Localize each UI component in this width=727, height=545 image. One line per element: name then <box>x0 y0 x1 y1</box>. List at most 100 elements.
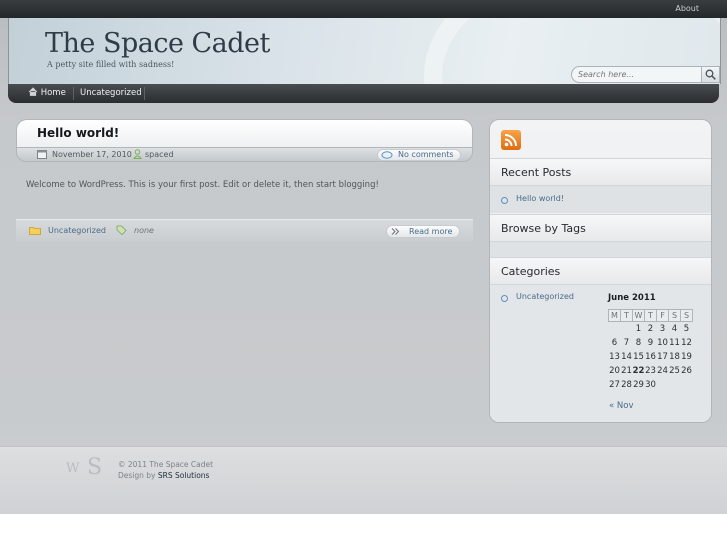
calendar-day: 30 <box>645 380 656 390</box>
calendar-day: 5 <box>683 324 690 334</box>
footer-design-by: Design by <box>118 471 156 480</box>
calendar-day: 19 <box>681 352 692 362</box>
recent-post-link[interactable]: Hello world! <box>516 194 564 203</box>
calendar-day: 7 <box>623 338 630 348</box>
comments-link[interactable]: No comments <box>377 149 461 161</box>
calendar-day: 20 <box>609 366 620 376</box>
wordpress-logo-icon[interactable]: W <box>66 461 79 476</box>
calendar-day: 18 <box>669 352 680 362</box>
site-title[interactable]: The Space Cadet <box>45 28 270 59</box>
calendar-day: 6 <box>611 338 618 348</box>
comments-count: No comments <box>398 150 454 159</box>
calendar-day: 2 <box>647 324 654 334</box>
post-meta-bar: November 17, 2010 spaced No comments <box>16 147 473 162</box>
top-bar: About <box>0 0 727 18</box>
comment-icon <box>381 151 393 159</box>
recent-posts-heading: Recent Posts <box>490 158 711 186</box>
calendar-weekday: T <box>620 309 633 322</box>
calendar-day: 16 <box>645 352 656 362</box>
calendar-day: 21 <box>621 366 632 376</box>
sidebar: Recent Posts Hello world! Browse by Tags… <box>489 119 712 423</box>
calendar-weekday: F <box>656 309 669 322</box>
calendar-day: 15 <box>633 352 644 362</box>
calendar-week: 12345 <box>609 322 693 337</box>
footer-credits: © 2011 The Space Cadet Design by SRS Sol… <box>118 459 213 481</box>
calendar-day: 22 <box>632 366 645 376</box>
post-category-link[interactable]: Uncategorized <box>48 226 106 235</box>
list-bullet <box>501 295 508 302</box>
main-nav: Home Uncategorized <box>8 84 719 103</box>
calendar-day: 10 <box>657 338 668 348</box>
home-icon <box>28 87 38 96</box>
calendar-weekday: T <box>644 309 657 322</box>
search-form <box>571 66 720 83</box>
calendar-week: 6 7 8 9 10 11 12 <box>609 336 693 350</box>
nav-home[interactable]: Home <box>22 84 72 103</box>
calendar-day <box>609 322 621 337</box>
search-icon <box>705 69 716 80</box>
calendar-day: 28 <box>621 380 632 390</box>
calendar-icon <box>37 150 47 159</box>
footer-designer-link[interactable]: SRS Solutions <box>158 471 210 480</box>
calendar-week: 13 14 15 16 17 18 19 <box>609 350 693 364</box>
calendar-weekday: W <box>632 309 645 322</box>
search-button[interactable] <box>701 66 720 83</box>
calendar-day: 17 <box>657 352 668 362</box>
calendar-day: 14 <box>621 352 632 362</box>
calendar-weekday: S <box>680 309 693 322</box>
rss-feed-button[interactable] <box>501 130 521 150</box>
calendar-day: 11 <box>669 338 680 348</box>
post-author[interactable]: spaced <box>145 150 174 159</box>
calendar-day: 29 <box>633 380 644 390</box>
tags-area <box>490 242 711 257</box>
tag-icon <box>116 225 127 235</box>
post-content: Welcome to WordPress. This is your first… <box>26 180 379 190</box>
footer-copyright: © 2011 The Space Cadet <box>118 460 214 469</box>
calendar-week: 20 21 22 23 24 25 26 <box>609 364 693 378</box>
calendar-day: 3 <box>659 324 666 334</box>
about-link[interactable]: About <box>675 4 699 13</box>
calendar-week: 27 28 29 30 <box>609 378 693 392</box>
categories-heading: Categories <box>490 257 711 285</box>
tags-heading: Browse by Tags <box>490 214 711 242</box>
calendar-day: 27 <box>609 380 620 390</box>
calendar-prev-link[interactable]: « Nov <box>609 401 634 411</box>
list-bullet <box>501 197 508 204</box>
calendar-title: June 2011 <box>608 293 656 303</box>
calendar-day <box>657 378 669 392</box>
site-tagline: A petty site filled with sadness! <box>47 60 175 69</box>
search-input[interactable] <box>571 66 705 83</box>
calendar-day <box>681 378 693 392</box>
post-header: Hello world! <box>16 119 473 147</box>
footer-design-line: Design by SRS Solutions <box>118 470 213 481</box>
post-tags: none <box>134 226 154 235</box>
calendar-day: 8 <box>635 338 642 348</box>
calendar-day: 25 <box>669 366 680 376</box>
calendar-day: 12 <box>681 338 692 348</box>
calendar-weekday: S <box>668 309 681 322</box>
rss-icon <box>504 134 517 147</box>
read-more-icon <box>391 228 400 235</box>
calendar-weekday: M <box>608 309 621 322</box>
nav-separator <box>144 87 145 100</box>
site-footer: W S © 2011 The Space Cadet Design by SRS… <box>0 446 727 514</box>
calendar-day: 23 <box>645 366 656 376</box>
calendar-day <box>621 322 633 337</box>
nav-uncategorized[interactable]: Uncategorized <box>74 84 148 103</box>
read-more-label: Read more <box>409 227 453 236</box>
calendar-day: 9 <box>647 338 654 348</box>
calendar-day: 26 <box>681 366 692 376</box>
calendar-table: MTWTFSS 1 2 3 4 5 6 7 8 9 10 11 12 13 14 15 16 17 18 19 20 2… <box>608 309 693 392</box>
calendar-day: 1 <box>635 324 642 334</box>
post-date: November 17, 2010 <box>52 150 132 159</box>
recent-posts-list: Hello world! <box>490 186 711 213</box>
calendar-day <box>669 378 681 392</box>
user-icon <box>133 149 142 159</box>
post-title[interactable]: Hello world! <box>37 126 119 140</box>
folder-icon <box>29 227 41 235</box>
read-more-button[interactable]: Read more <box>386 225 460 238</box>
srs-logo-icon[interactable]: S <box>87 455 102 480</box>
category-link[interactable]: Uncategorized <box>516 292 574 301</box>
calendar-day: 4 <box>671 324 678 334</box>
nav-home-label: Home <box>40 88 66 98</box>
